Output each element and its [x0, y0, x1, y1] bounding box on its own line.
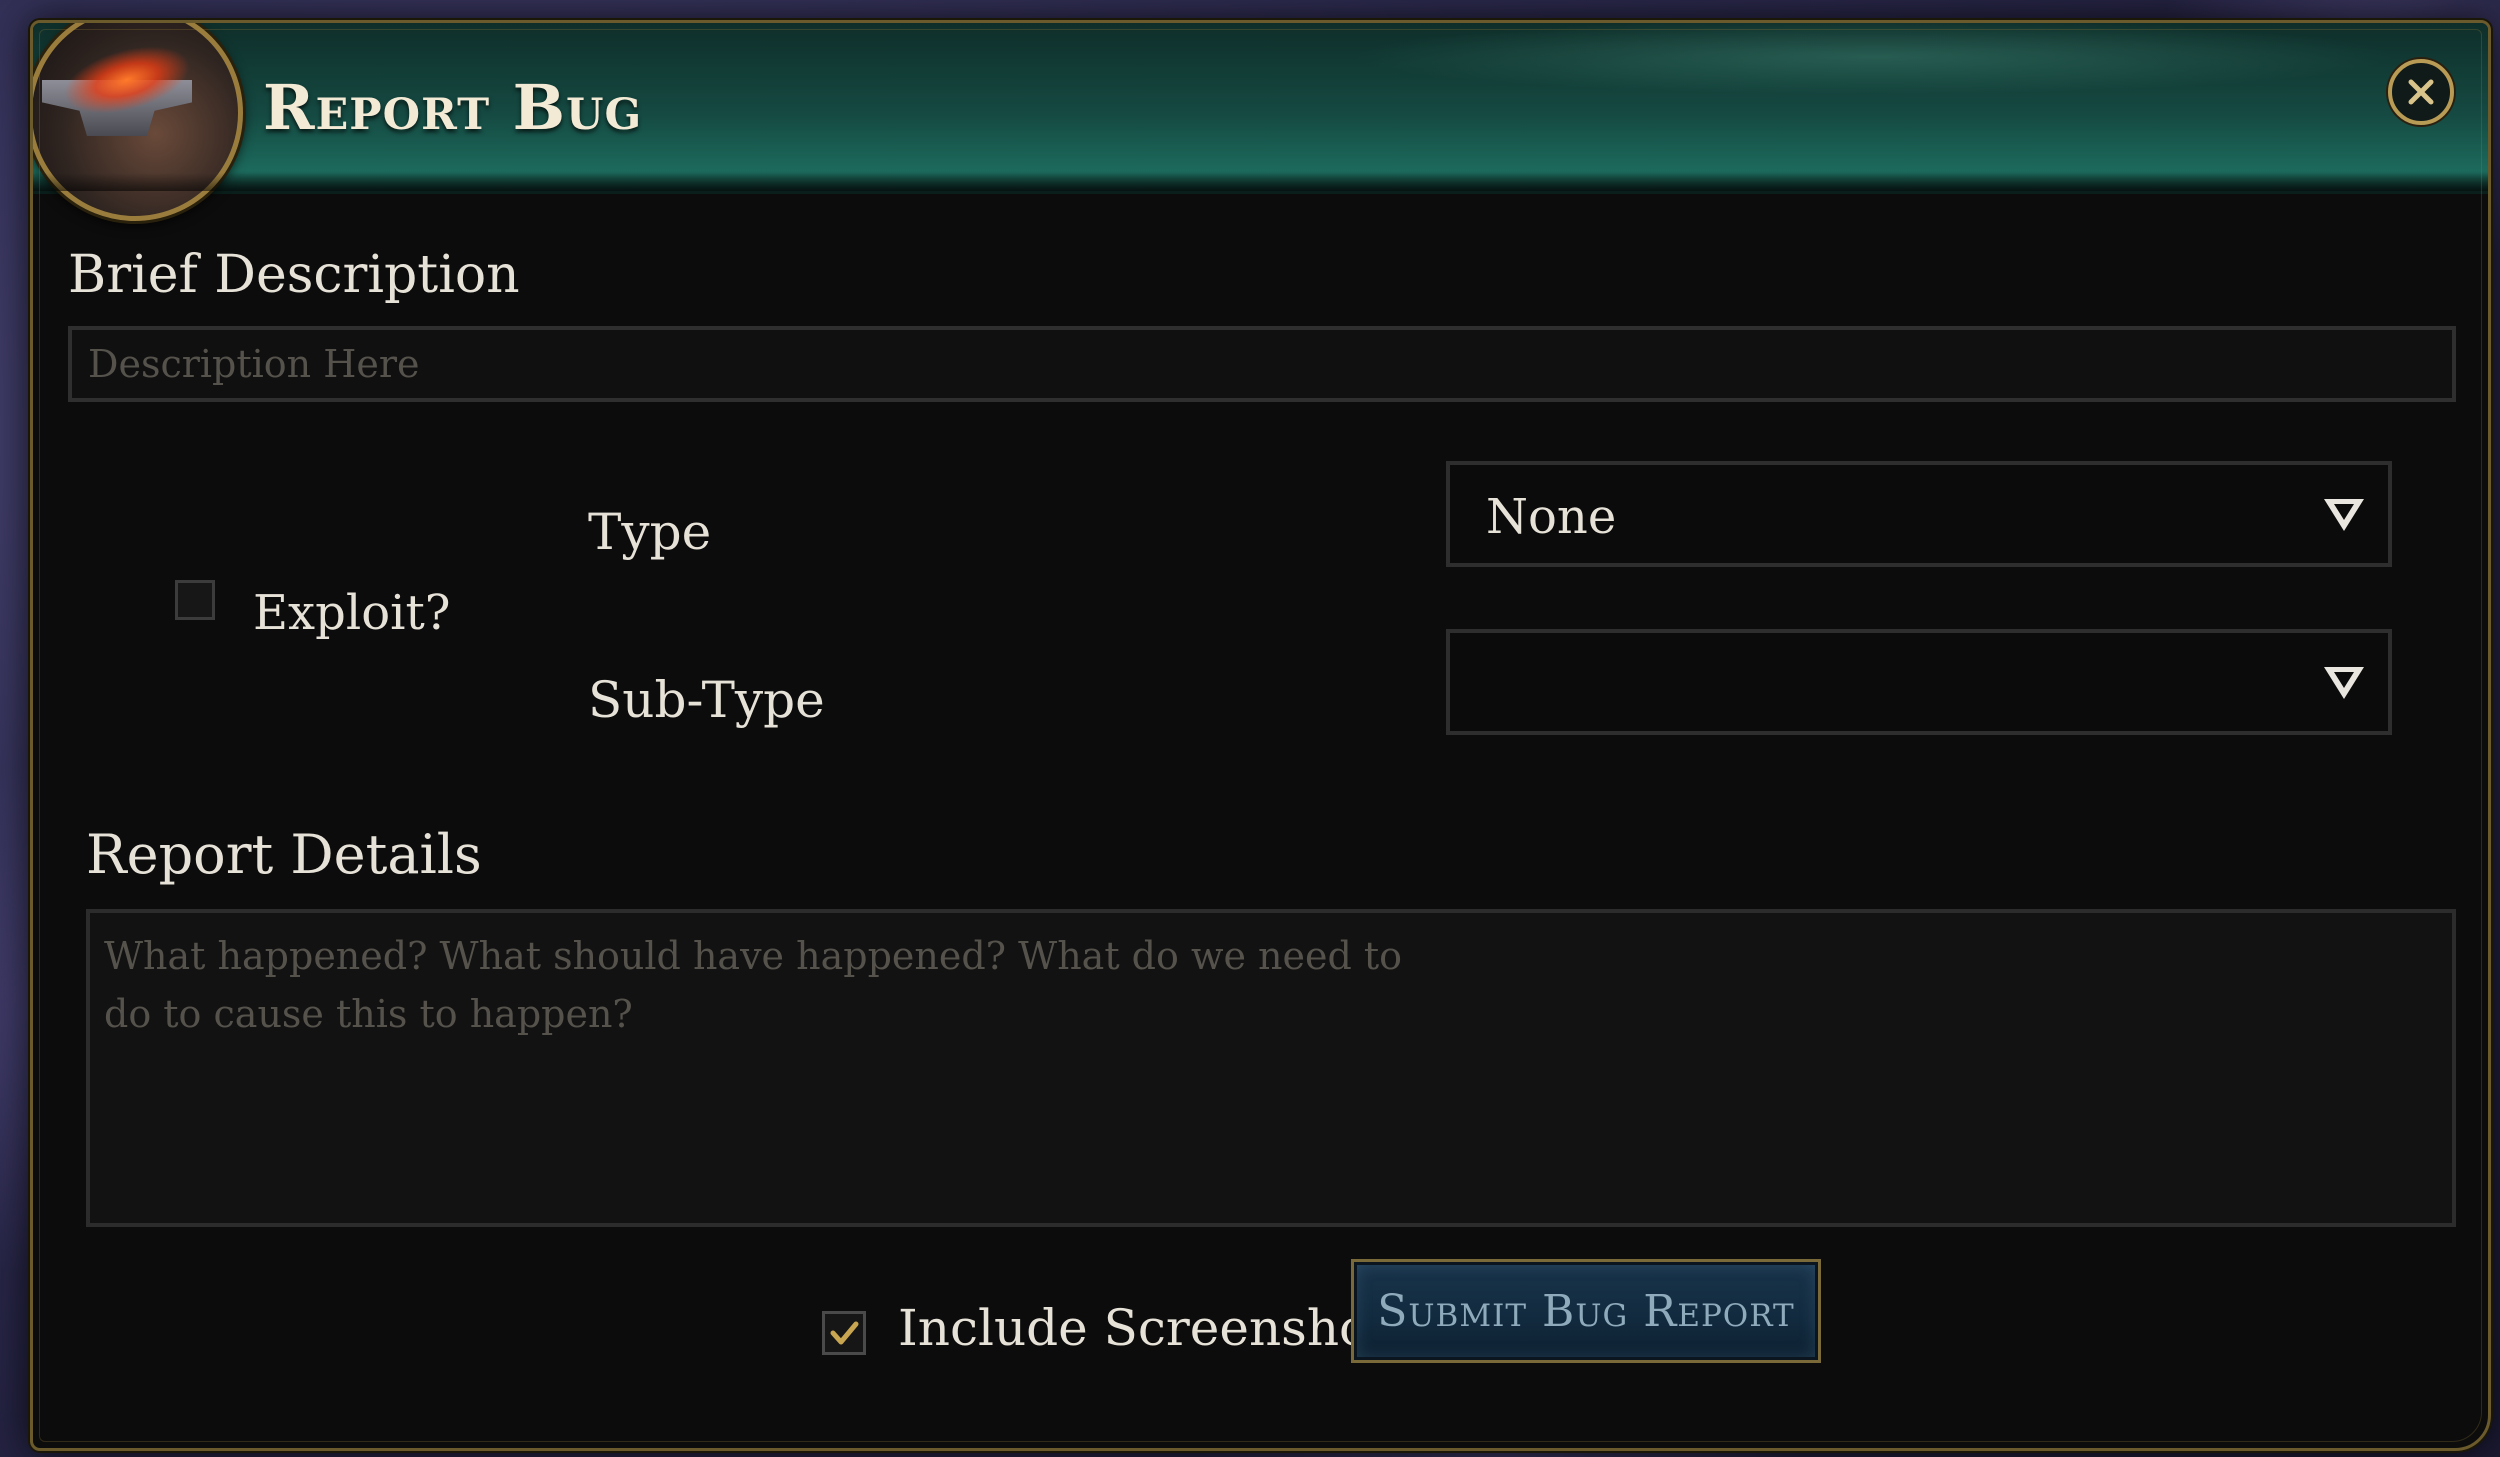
include-screenshot-label: Include Screenshot	[898, 1299, 1390, 1357]
anvil-icon	[33, 23, 243, 221]
report-details-textarea[interactable]	[86, 909, 2456, 1227]
submit-bug-report-button[interactable]: Submit Bug Report	[1351, 1259, 1821, 1363]
type-dropdown[interactable]: None	[1446, 461, 2392, 567]
checkmark-icon	[830, 1321, 859, 1345]
brief-description-input[interactable]	[68, 326, 2456, 402]
type-selected-value: None	[1486, 489, 1617, 545]
chevron-down-icon	[2324, 667, 2364, 699]
close-icon	[2408, 79, 2434, 105]
subtype-dropdown[interactable]	[1446, 629, 2392, 735]
subtype-label: Sub-Type	[588, 671, 825, 729]
include-screenshot-checkbox[interactable]	[822, 1311, 866, 1355]
chevron-down-icon	[2324, 499, 2364, 531]
brief-description-label: Brief Description	[68, 245, 520, 305]
exploit-checkbox[interactable]	[175, 580, 215, 620]
type-label: Type	[588, 503, 712, 561]
dialog-header: Report Bug	[33, 23, 2488, 221]
close-button[interactable]	[2388, 59, 2454, 125]
dialog-title: Report Bug	[263, 71, 643, 144]
report-bug-dialog: Report Bug Brief Description Exploit? Ty…	[30, 20, 2491, 1451]
report-details-label: Report Details	[86, 823, 482, 886]
exploit-label: Exploit?	[253, 585, 451, 641]
submit-button-label: Submit Bug Report	[1377, 1285, 1795, 1337]
